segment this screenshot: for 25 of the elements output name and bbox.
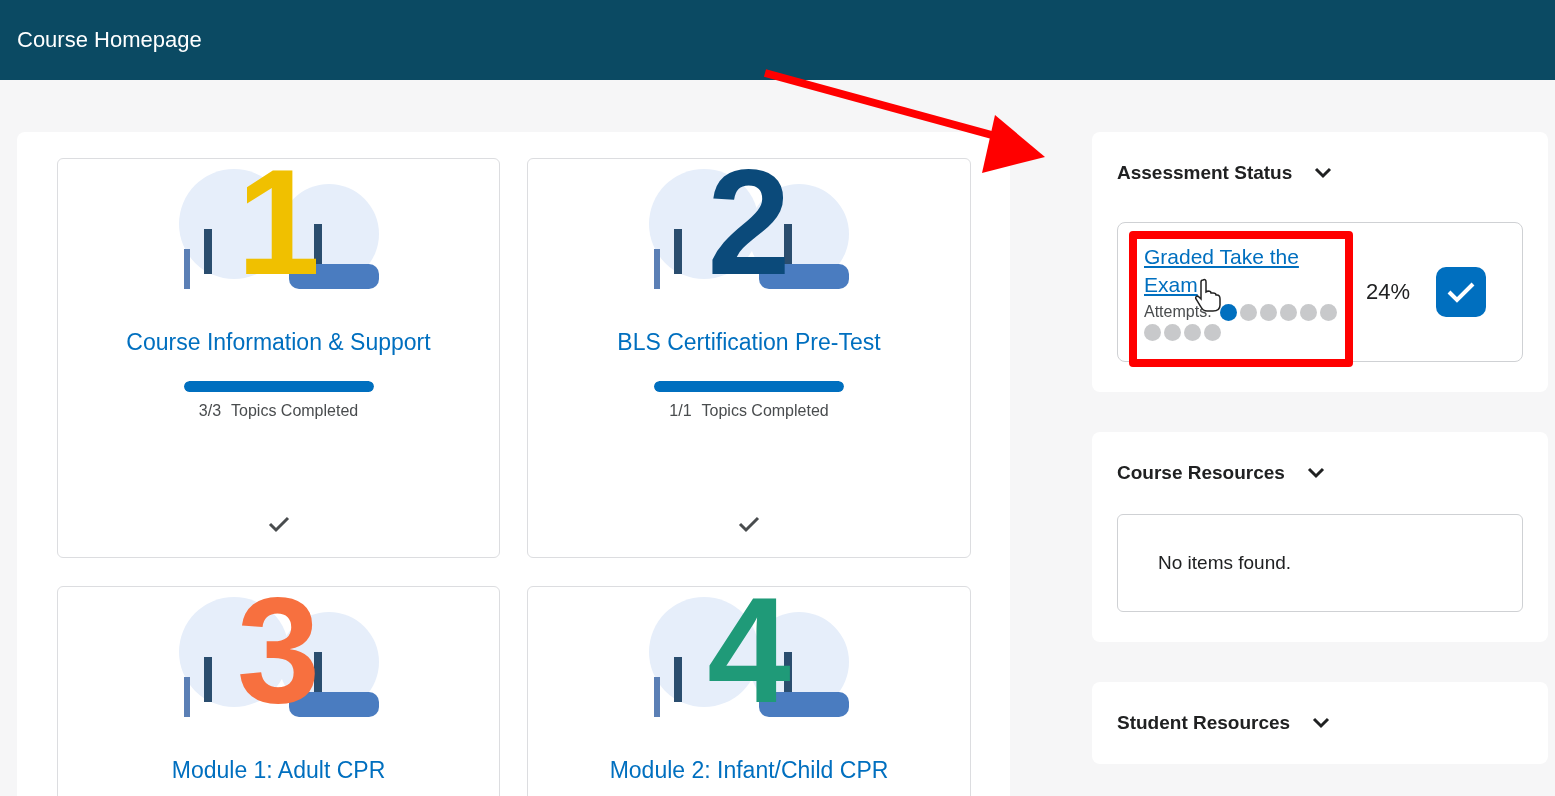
chevron-down-icon[interactable] [1314, 167, 1333, 179]
exam-link[interactable]: Graded Take the Exam [1144, 243, 1334, 299]
page-title: Course Homepage [17, 27, 202, 53]
widget-title: Student Resources [1117, 712, 1291, 734]
chevron-down-icon[interactable] [1306, 467, 1325, 479]
module-card[interactable]: 2 BLS Certification Pre-Test 1/1 Topics Completed [527, 158, 971, 558]
topics-count: 3/3 [198, 402, 222, 420]
module-card[interactable]: 4 Module 2: Infant/Child CPR [527, 586, 971, 796]
chevron-down-icon[interactable] [1312, 717, 1331, 729]
widget-title: Assessment Status [1117, 162, 1293, 184]
module-card[interactable]: 1 Course Information & Support 3/3 Topics Completed [57, 158, 500, 558]
module-card[interactable]: 3 Module 1: Adult CPR [57, 586, 500, 796]
module-title[interactable]: Module 2: Infant/Child CPR [579, 752, 919, 789]
topics-label: Topics Completed [231, 402, 359, 420]
widget-title: Course Resources [1117, 462, 1285, 484]
module-title[interactable]: BLS Certification Pre-Test [579, 324, 919, 361]
empty-message: No items found. [1158, 552, 1292, 574]
topics-label: Topics Completed [701, 402, 829, 420]
attempts-label: Attempts: [1144, 303, 1212, 321]
checkbox[interactable] [1436, 267, 1487, 317]
check-icon [1446, 280, 1477, 304]
module-title[interactable]: Course Information & Support [108, 324, 449, 361]
score-text: 24% [1366, 279, 1411, 305]
topics-count: 1/1 [669, 402, 692, 420]
module-title[interactable]: Module 1: Adult CPR [108, 752, 449, 789]
